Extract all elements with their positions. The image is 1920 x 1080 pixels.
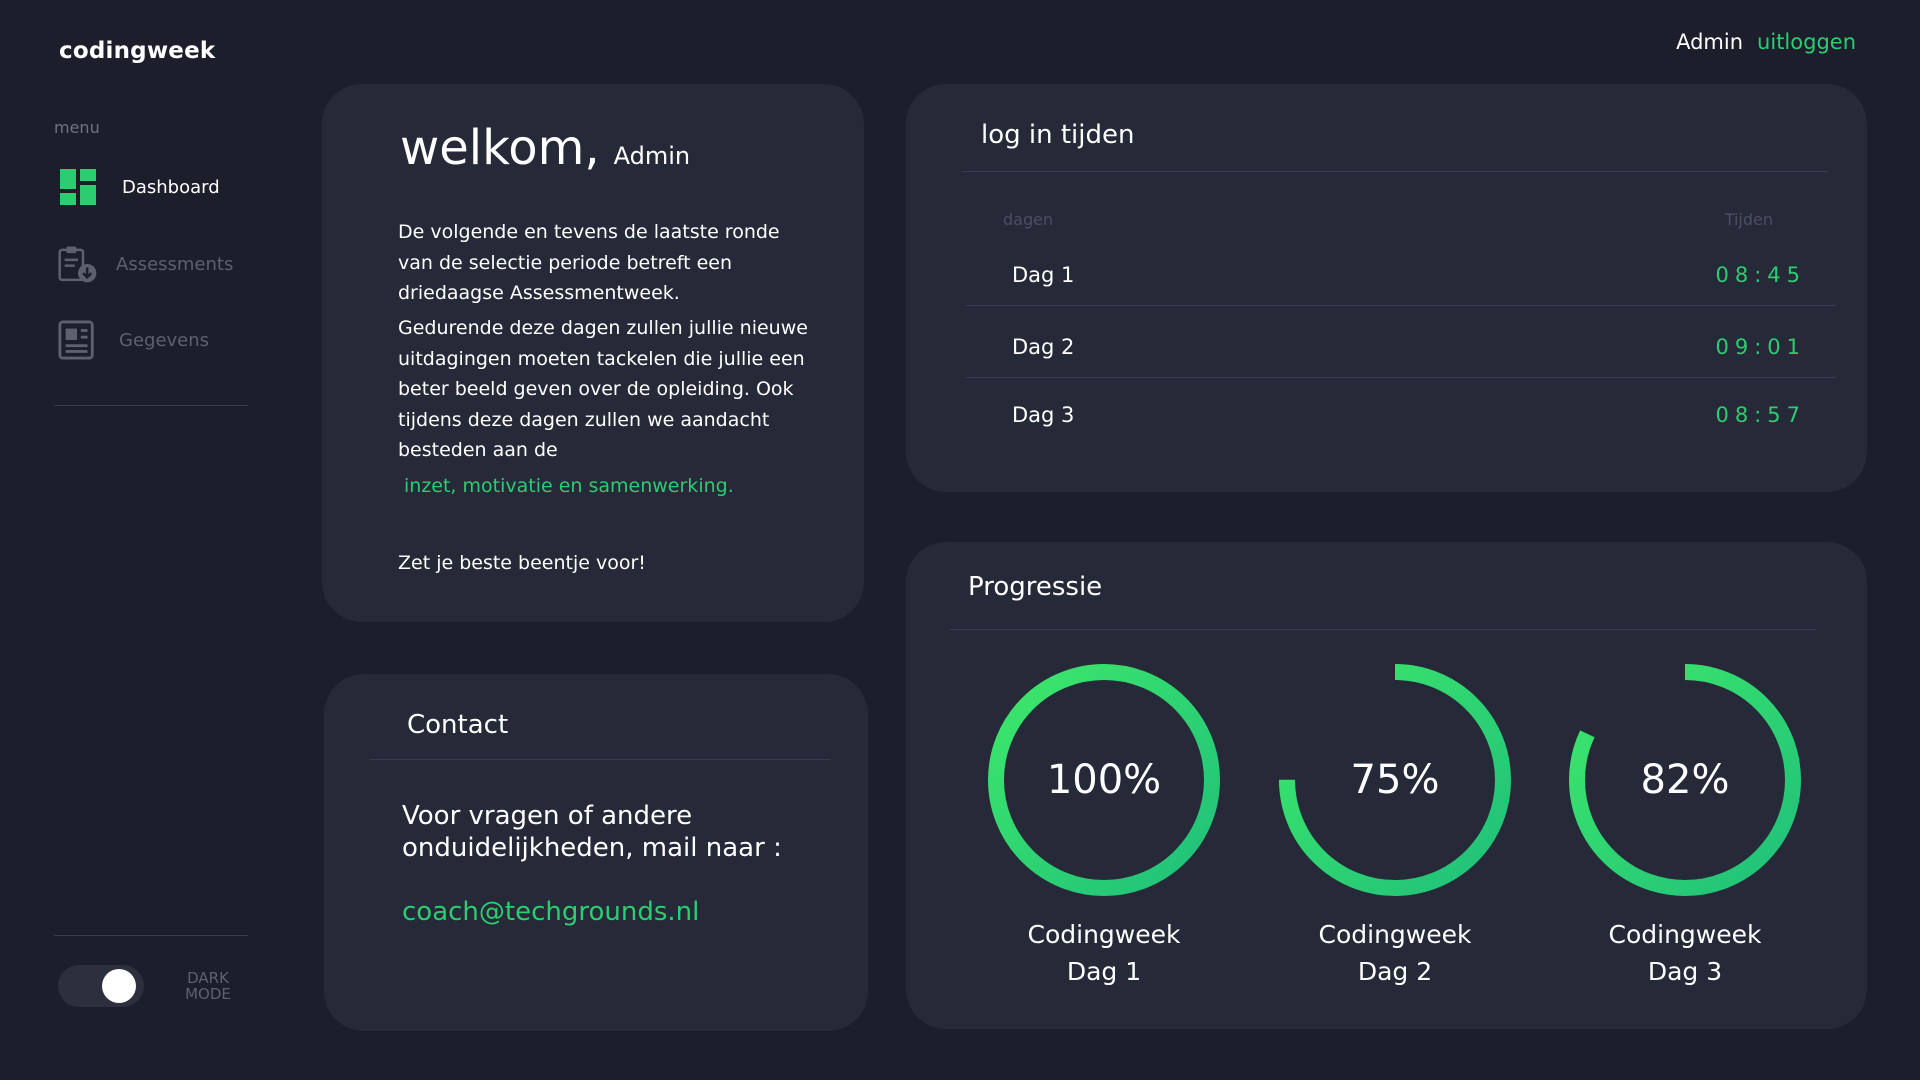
table-row: Dag 2 09:01 [966,316,1836,378]
contact-card: Contact Voor vragen of andere onduidelij… [324,674,868,1031]
row-day: Dag 2 [1012,334,1075,359]
sidebar-item-assessments[interactable]: Assessments [58,242,233,286]
progress-card: Progressie 100% Codingweek Dag 1 75% Cod… [906,542,1867,1029]
dark-mode-label-line2: MODE [185,985,231,1003]
dark-mode-toggle[interactable] [58,965,144,1007]
welcome-heading: welkom, Admin [400,120,690,176]
sidebar-divider [54,405,248,406]
progress-percent: 82% [1640,757,1730,803]
progress-caption-line2: Dag 3 [1647,957,1723,986]
welcome-title: welkom, [400,120,600,176]
progress-divider [950,629,1816,630]
progress-gauge-day-3: 82% Codingweek Dag 3 [1567,662,1803,990]
current-user: Admin [1676,30,1744,54]
sidebar-item-label: Assessments [116,253,234,275]
progress-caption: Codingweek Dag 3 [1567,916,1803,990]
row-time: 08:45 [1715,262,1806,287]
table-header: dagen Tijden [1003,210,1773,229]
progress-percent: 100% [1046,757,1162,803]
sidebar-item-dashboard[interactable]: Dashboard [58,165,220,209]
progress-caption-line2: Dag 2 [1357,957,1433,986]
toggle-knob [102,969,136,1003]
row-time: 09:01 [1715,334,1806,359]
progress-gauge-day-1: 100% Codingweek Dag 1 [986,662,1222,990]
progress-caption-line2: Dag 1 [1066,957,1142,986]
progress-caption-line1: Codingweek [1318,920,1472,949]
progress-caption-line1: Codingweek [1608,920,1762,949]
topbar: Admin uitloggen [1676,30,1856,54]
menu-caption: menu [54,118,100,137]
progress-title: Progressie [968,572,1103,602]
welcome-paragraph-1: De volgende en tevens de laatste ronde v… [398,221,780,304]
sidebar-item-gegevens[interactable]: Gegevens [58,318,209,362]
row-day: Dag 3 [1012,403,1075,427]
welcome-highlight: inzet, motivatie en samenwerking. [404,475,734,497]
progress-gauge-day-2: 75% Codingweek Dag 2 [1277,662,1513,990]
welcome-closing: Zet je beste beentje voor! [398,552,646,574]
welcome-name: Admin [613,142,691,170]
dark-mode-label-line1: DARK [187,969,229,987]
contact-title: Contact [407,710,509,740]
login-times-title: log in tijden [981,120,1135,150]
welcome-paragraph-2: Gedurende deze dagen zullen jullie nieuw… [398,317,808,461]
sidebar-item-label: Gegevens [119,329,210,351]
sidebar-item-label: Dashboard [122,176,220,198]
contact-divider [370,759,830,760]
app-logo[interactable]: codingweek [59,38,215,64]
dark-mode-label: DARK MODE [178,970,238,1002]
progress-caption: Codingweek Dag 1 [986,916,1222,990]
logout-link[interactable]: uitloggen [1757,30,1856,54]
row-time: 08:57 [1715,403,1806,427]
clipboard-download-icon [58,242,98,286]
dashboard-icon [58,165,98,209]
table-row: Dag 3 08:57 [966,384,1836,446]
welcome-card: welkom, Admin De volgende en tevens de l… [322,84,864,622]
contact-text: Voor vragen of andere onduidelijkheden, … [402,801,782,863]
dark-mode-control: DARK MODE [58,965,238,1007]
sidebar-divider [54,935,248,936]
progress-percent: 75% [1350,757,1440,803]
row-day: Dag 1 [1012,262,1075,287]
progress-caption-line1: Codingweek [1027,920,1181,949]
login-times-card: log in tijden dagen Tijden Dag 1 08:45 D… [906,84,1867,492]
progress-caption: Codingweek Dag 2 [1277,916,1513,990]
app: codingweek menu Dashboard Assessments Ge… [0,0,1920,1080]
column-header-days: dagen [1003,210,1054,229]
table-row: Dag 1 08:45 [966,244,1836,306]
column-header-times: Tijden [1724,210,1773,229]
login-times-divider [962,171,1828,172]
contact-email-link[interactable]: coach@techgrounds.nl [402,897,699,927]
document-icon [58,318,98,362]
